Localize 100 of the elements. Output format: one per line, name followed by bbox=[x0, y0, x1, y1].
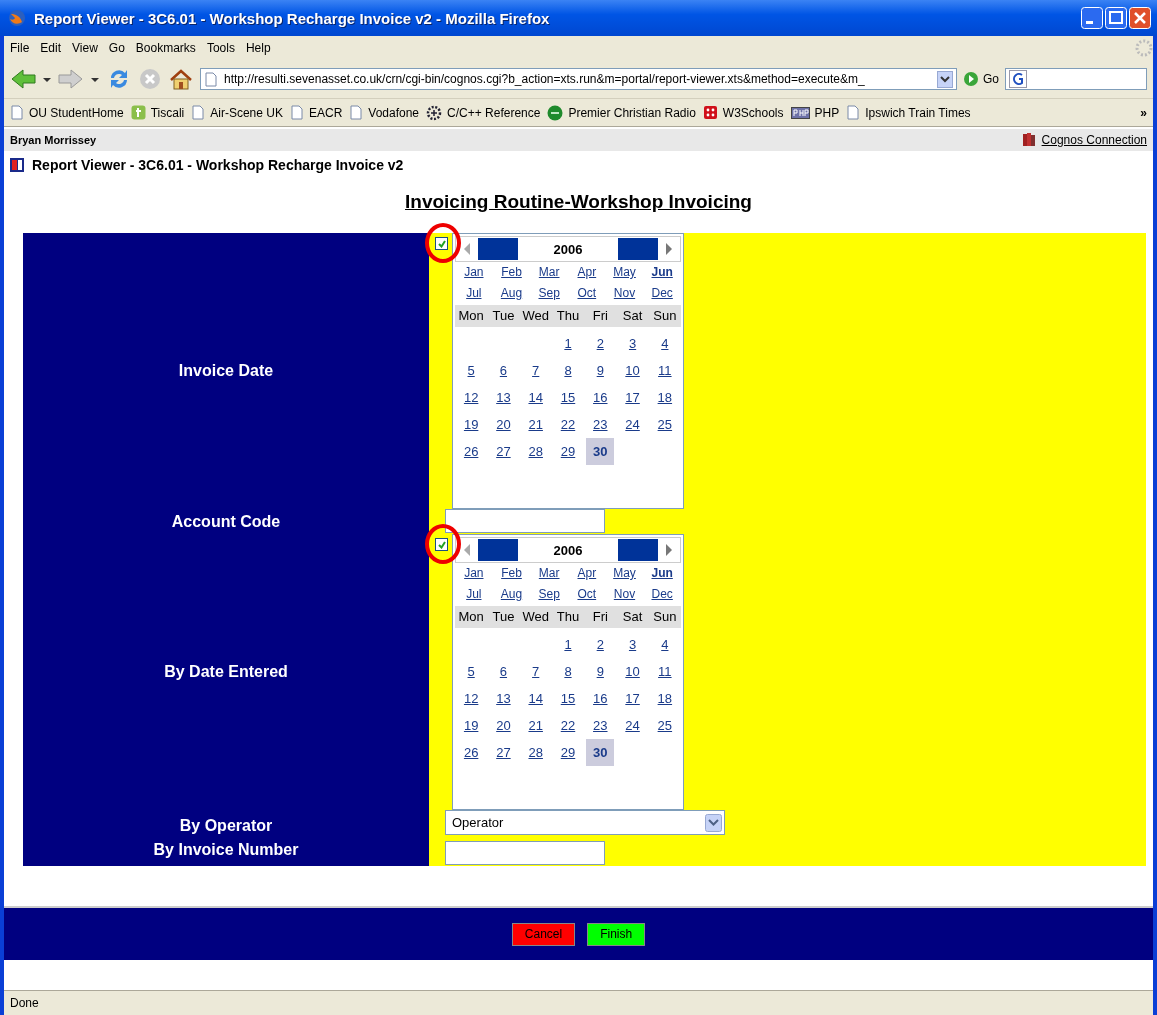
checkbox[interactable] bbox=[435, 237, 448, 250]
bookmark-link[interactable]: Tiscali bbox=[150, 105, 185, 120]
month-link[interactable]: Dec bbox=[643, 584, 681, 605]
day-link[interactable]: 16 bbox=[584, 384, 617, 411]
php-tile-icon[interactable] bbox=[790, 104, 810, 121]
day-link[interactable]: 5 bbox=[455, 658, 488, 685]
day-link[interactable]: 30 bbox=[586, 438, 615, 465]
day-link[interactable]: 12 bbox=[455, 384, 488, 411]
menu-item[interactable]: View bbox=[72, 41, 105, 55]
day-link[interactable]: 23 bbox=[584, 712, 617, 739]
page-icon[interactable] bbox=[204, 71, 218, 87]
next-arrow-icon[interactable] bbox=[666, 243, 672, 255]
bookmark-link[interactable]: Ipswich Train Times bbox=[865, 105, 971, 120]
day-link[interactable]: 6 bbox=[487, 357, 520, 384]
dropdown-caret-icon[interactable] bbox=[705, 813, 722, 832]
day-link[interactable]: 7 bbox=[519, 357, 552, 384]
close-button[interactable] bbox=[1129, 7, 1151, 29]
day-link[interactable]: 27 bbox=[487, 739, 520, 766]
bookmark-link[interactable]: Vodafone bbox=[368, 105, 420, 120]
month-link[interactable]: Nov bbox=[605, 283, 644, 304]
month-link[interactable]: May bbox=[605, 262, 644, 283]
dropdown-caret-icon[interactable] bbox=[42, 75, 52, 83]
day-link[interactable]: 11 bbox=[648, 658, 681, 685]
month-link[interactable]: Jul bbox=[455, 584, 493, 605]
day-link[interactable]: 30 bbox=[586, 739, 615, 766]
operator-dropdown[interactable]: Operator bbox=[445, 810, 725, 835]
bookmark-link[interactable]: Air-Scene UK bbox=[210, 105, 283, 120]
bookmark-link[interactable]: EACR bbox=[309, 105, 343, 120]
month-link[interactable]: Mar bbox=[530, 563, 568, 584]
day-link[interactable]: 13 bbox=[487, 685, 520, 712]
day-link[interactable]: 10 bbox=[616, 357, 649, 384]
day-link[interactable]: 9 bbox=[584, 658, 617, 685]
menu-item[interactable]: File bbox=[10, 41, 37, 55]
month-link[interactable]: Jan bbox=[455, 262, 493, 283]
month-link[interactable]: Dec bbox=[643, 283, 681, 304]
day-link[interactable]: 14 bbox=[519, 685, 552, 712]
radio-logo-icon[interactable] bbox=[547, 104, 564, 121]
dropdown-caret-icon[interactable] bbox=[90, 75, 100, 83]
dice-icon[interactable] bbox=[702, 105, 718, 120]
day-link[interactable]: 29 bbox=[551, 438, 585, 465]
menu-item[interactable]: Help bbox=[245, 41, 278, 55]
day-link[interactable]: 26 bbox=[455, 438, 488, 465]
month-link[interactable]: Feb bbox=[492, 563, 531, 584]
day-link[interactable]: 15 bbox=[551, 685, 585, 712]
day-link[interactable]: 17 bbox=[616, 384, 649, 411]
month-link[interactable]: Oct bbox=[568, 283, 606, 304]
menu-item[interactable]: Tools bbox=[206, 41, 242, 55]
maximize-button[interactable] bbox=[1105, 7, 1127, 29]
day-link[interactable]: 28 bbox=[519, 739, 552, 766]
day-link[interactable]: 18 bbox=[648, 685, 681, 712]
home-icon[interactable] bbox=[168, 67, 194, 91]
checkbox[interactable] bbox=[435, 538, 448, 551]
menu-item[interactable]: Edit bbox=[40, 41, 69, 55]
day-link[interactable]: 18 bbox=[648, 384, 681, 411]
day-link[interactable]: 23 bbox=[584, 411, 617, 438]
day-link[interactable]: 25 bbox=[648, 411, 681, 438]
day-link[interactable]: 13 bbox=[487, 384, 520, 411]
back-arrow-icon[interactable] bbox=[10, 67, 36, 91]
month-link[interactable]: Aug bbox=[492, 283, 531, 304]
forward-arrow-icon[interactable] bbox=[58, 67, 84, 91]
day-link[interactable]: 9 bbox=[584, 357, 617, 384]
dropdown-caret-icon[interactable] bbox=[937, 70, 953, 88]
day-link[interactable]: 14 bbox=[519, 384, 552, 411]
day-link[interactable]: 22 bbox=[551, 411, 585, 438]
day-link[interactable]: 15 bbox=[551, 384, 585, 411]
day-link[interactable]: 20 bbox=[487, 712, 520, 739]
day-link[interactable]: 6 bbox=[487, 658, 520, 685]
day-link[interactable]: 22 bbox=[551, 712, 585, 739]
page-icon[interactable] bbox=[191, 105, 206, 120]
previous-arrow-icon[interactable] bbox=[464, 544, 470, 556]
day-link[interactable]: 24 bbox=[616, 712, 649, 739]
day-link[interactable]: 3 bbox=[616, 330, 649, 357]
go-button[interactable]: Go bbox=[983, 72, 999, 86]
previous-arrow-icon[interactable] bbox=[464, 243, 470, 255]
bookmarks-overflow-button[interactable]: » bbox=[1140, 105, 1147, 120]
text-field[interactable] bbox=[445, 841, 605, 865]
search-engine-icon[interactable] bbox=[1009, 70, 1027, 88]
portal-link[interactable]: Cognos Connection bbox=[1041, 133, 1147, 147]
day-link[interactable]: 7 bbox=[519, 658, 552, 685]
menu-item[interactable]: Bookmarks bbox=[135, 41, 203, 55]
day-link[interactable]: 27 bbox=[487, 438, 520, 465]
day-link[interactable]: 12 bbox=[455, 685, 488, 712]
stop-icon[interactable] bbox=[138, 67, 162, 91]
day-link[interactable]: 19 bbox=[455, 712, 488, 739]
day-link[interactable]: 1 bbox=[551, 631, 585, 658]
address-field[interactable]: http://resulti.sevenasset.co.uk/crn/cgi-bin/cognos.cgi?b_action=xts.run&m=portal/report-viewer.xts&method=execute&m_ bbox=[200, 68, 957, 90]
page-icon[interactable] bbox=[846, 105, 861, 120]
month-link[interactable]: Apr bbox=[568, 262, 606, 283]
finish-button[interactable]: Finish bbox=[587, 922, 646, 946]
day-link[interactable]: 17 bbox=[616, 685, 649, 712]
month-link[interactable]: Sep bbox=[530, 283, 568, 304]
day-link[interactable]: 16 bbox=[584, 685, 617, 712]
month-link[interactable]: May bbox=[605, 563, 644, 584]
day-link[interactable]: 11 bbox=[648, 357, 681, 384]
month-link[interactable]: Nov bbox=[605, 584, 644, 605]
month-link[interactable]: Feb bbox=[492, 262, 531, 283]
bookmark-link[interactable]: W3Schools bbox=[722, 105, 784, 120]
day-link[interactable]: 8 bbox=[551, 357, 585, 384]
day-link[interactable]: 3 bbox=[616, 631, 649, 658]
month-link[interactable]: Jul bbox=[455, 283, 493, 304]
